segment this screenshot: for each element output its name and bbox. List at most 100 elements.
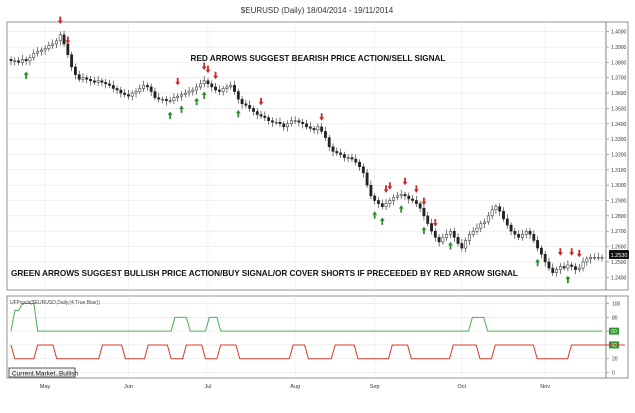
candle-down — [149, 86, 153, 92]
indicator-label: UFPsych($EURUSD,Daily,(4,True,Bias)) — [10, 300, 100, 306]
candle-up — [521, 234, 524, 238]
indicator-tick-label: 20 — [612, 357, 618, 363]
candle-down — [259, 114, 263, 117]
candle-up — [388, 200, 392, 204]
candle-down — [460, 243, 464, 249]
candle-down — [539, 247, 543, 255]
candle-up — [180, 94, 183, 97]
candle-down — [570, 264, 574, 267]
candle-down — [233, 85, 236, 92]
candle-down — [422, 207, 426, 217]
candle-down — [339, 152, 343, 155]
candle-up — [55, 40, 58, 45]
candle-down — [100, 80, 104, 83]
indicator-panel-frame — [6, 295, 607, 379]
candle-up — [32, 52, 36, 59]
candle-down — [551, 267, 555, 273]
candle-up — [229, 85, 233, 88]
candle-down — [517, 234, 521, 238]
candle-up — [198, 83, 202, 88]
candle-down — [244, 103, 248, 106]
candle-up — [585, 258, 589, 263]
candle-down — [89, 79, 92, 82]
price-tick-label: 1.3400 — [611, 122, 627, 128]
date-tick-label: May — [40, 384, 51, 390]
market-status-text: Current.Market..Bullish — [12, 371, 78, 378]
candle-up — [176, 95, 180, 98]
candle-down — [164, 98, 168, 101]
indicator-tick-label: 80 — [612, 315, 618, 321]
candle-down — [536, 240, 540, 249]
candle-down — [350, 157, 354, 160]
candle-up — [395, 195, 399, 198]
candle-up — [161, 98, 164, 101]
date-axis-labels: May Jun Jul Aug Sep Oct Nov — [40, 384, 550, 390]
candle-down — [373, 195, 377, 201]
candle-up — [142, 85, 146, 89]
candle-up — [13, 60, 17, 62]
candle-up — [384, 203, 388, 207]
price-tick-label: 1.3000 — [611, 183, 627, 189]
price-tick-label: 1.2400 — [611, 275, 627, 281]
candle-up — [346, 157, 350, 159]
indicator-value-badge-text: 60 — [611, 329, 617, 335]
candle-down — [437, 237, 441, 243]
candle-up — [479, 223, 483, 229]
candle-down — [562, 266, 566, 269]
candle-up — [494, 206, 498, 210]
candle-up — [81, 77, 85, 80]
candle-down — [509, 224, 513, 232]
candle-up — [183, 92, 187, 95]
candle-up — [555, 269, 558, 273]
candle-down — [498, 206, 502, 212]
candle-down — [252, 108, 255, 112]
candle-down — [24, 59, 28, 62]
candle-down — [240, 98, 244, 105]
candle-up — [445, 234, 449, 238]
candle-down — [278, 121, 282, 125]
candle-up — [43, 48, 47, 51]
candle-down — [248, 105, 252, 109]
candle-down — [407, 195, 411, 200]
candle-down — [365, 172, 369, 186]
candle-up — [28, 57, 32, 62]
candle-down — [502, 211, 505, 220]
candle-down — [92, 80, 96, 83]
candle-up — [187, 91, 191, 94]
candle-up — [58, 34, 62, 42]
candle-down — [70, 54, 74, 68]
chart-svg: $EURUSD (Daily) 18/04/2014 - 19/11/2014 … — [6, 6, 629, 390]
bearish-annotation: RED ARROWS SUGGEST BEARISH PRICE ACTION/… — [191, 54, 446, 63]
candle-down — [104, 82, 108, 85]
price-tick-label: 1.2500 — [611, 260, 627, 266]
candle-up — [96, 80, 100, 83]
candle-down — [430, 223, 433, 232]
candle-down — [354, 158, 358, 163]
candle-down — [206, 80, 210, 85]
last-price-label: 1.2530 — [611, 253, 628, 259]
date-tick-label: Nov — [540, 384, 550, 390]
candle-up — [51, 43, 55, 46]
candle-down — [418, 203, 422, 209]
candle-up — [134, 91, 138, 94]
date-tick-label: Jul — [204, 384, 211, 390]
candle-down — [414, 200, 418, 204]
candle-up — [449, 230, 452, 235]
candle-down — [145, 85, 149, 88]
candle-up — [471, 230, 475, 235]
candle-up — [577, 267, 581, 270]
candle-down — [123, 92, 127, 95]
price-tick-label: 1.2900 — [611, 199, 627, 205]
candle-up — [589, 257, 593, 260]
candle-up — [293, 120, 297, 122]
price-tick-label: 1.3300 — [611, 137, 627, 143]
indicator-tick-label: 0 — [612, 371, 615, 377]
candle-down — [358, 161, 361, 167]
price-tick-label: 1.2800 — [611, 214, 627, 220]
candle-down — [543, 253, 547, 263]
candle-up — [581, 261, 585, 269]
candle-up — [524, 230, 528, 235]
candle-down — [115, 88, 119, 91]
candle-up — [566, 264, 570, 269]
candle-down — [369, 184, 373, 197]
